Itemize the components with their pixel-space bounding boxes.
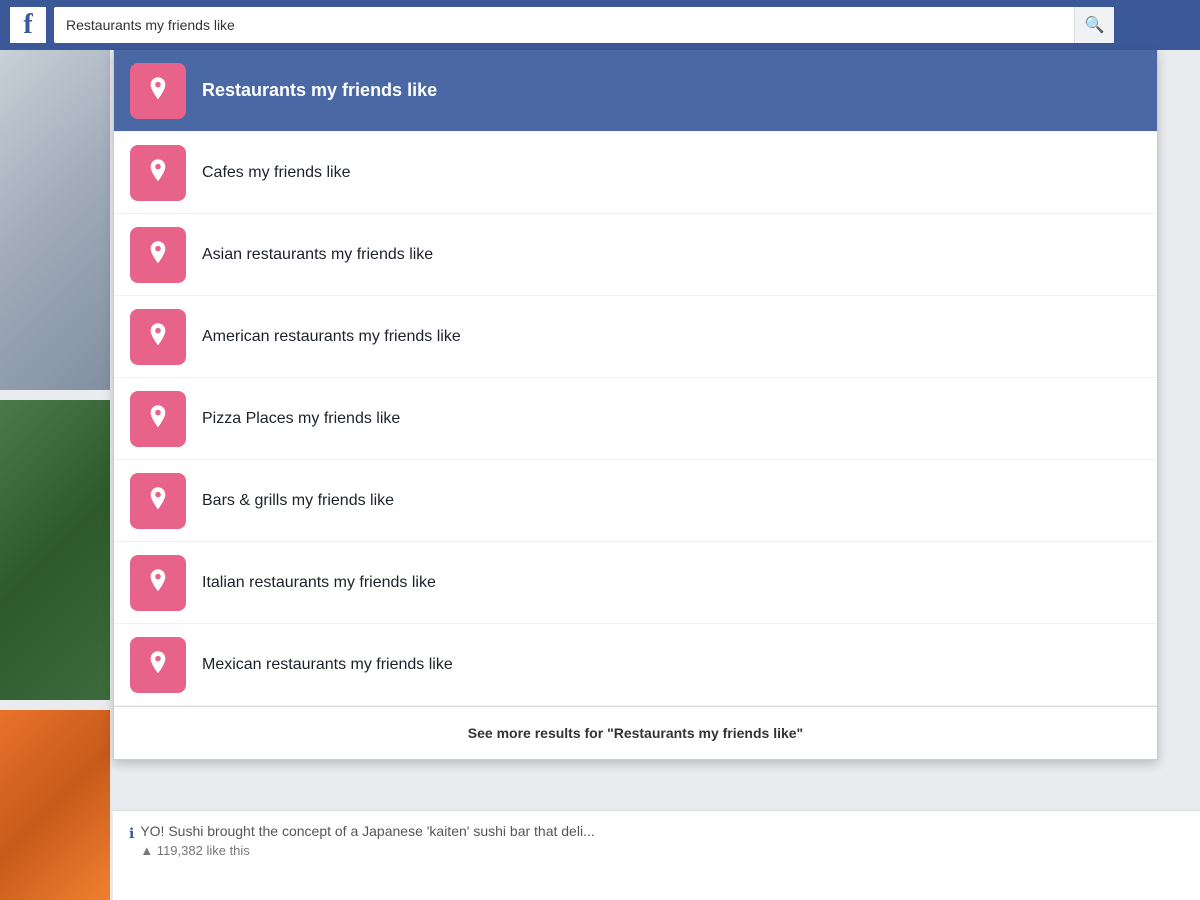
search-icon: 🔍 — [1085, 15, 1105, 35]
bottom-likes-count: ▲ 119,382 like this — [140, 843, 594, 858]
location-icon-wrap-7 — [130, 637, 186, 693]
background-images — [0, 0, 110, 900]
location-icon-wrap-3 — [130, 309, 186, 365]
pin-icon-0 — [147, 77, 169, 105]
dropdown-item-4[interactable]: Pizza Places my friends like — [114, 378, 1157, 460]
bottom-info-text: YO! Sushi brought the concept of a Japan… — [140, 823, 594, 839]
dropdown-item-2[interactable]: Asian restaurants my friends like — [114, 214, 1157, 296]
dropdown-item-label-7: Mexican restaurants my friends like — [202, 656, 453, 674]
pin-icon-7 — [147, 651, 169, 679]
bg-image-people — [0, 400, 110, 700]
search-input[interactable] — [54, 7, 1114, 43]
dropdown-item-6[interactable]: Italian restaurants my friends like — [114, 542, 1157, 624]
pin-icon-1 — [147, 159, 169, 187]
dropdown-item-3[interactable]: American restaurants my friends like — [114, 296, 1157, 378]
location-icon-wrap-1 — [130, 145, 186, 201]
dropdown-item-label-1: Cafes my friends like — [202, 164, 351, 182]
location-icon-wrap-0 — [130, 63, 186, 119]
facebook-logo[interactable]: f — [10, 7, 46, 43]
search-button[interactable]: 🔍 — [1074, 7, 1114, 43]
location-icon-wrap-4 — [130, 391, 186, 447]
dropdown-item-1[interactable]: Cafes my friends like — [114, 132, 1157, 214]
pin-icon-3 — [147, 323, 169, 351]
pin-icon-2 — [147, 241, 169, 269]
bottom-info-bar: ℹ YO! Sushi brought the concept of a Jap… — [113, 810, 1200, 900]
dropdown-item-label-6: Italian restaurants my friends like — [202, 574, 436, 592]
dropdown-item-label-3: American restaurants my friends like — [202, 328, 461, 346]
topbar: f 🔍 — [0, 0, 1200, 50]
dropdown-item-label-2: Asian restaurants my friends like — [202, 246, 433, 264]
dropdown-item-label-4: Pizza Places my friends like — [202, 410, 400, 428]
dropdown-item-0[interactable]: Restaurants my friends like — [114, 50, 1157, 132]
dropdown-item-label-5: Bars & grills my friends like — [202, 492, 394, 510]
pin-icon-5 — [147, 487, 169, 515]
pin-icon-6 — [147, 569, 169, 597]
facebook-f-letter: f — [23, 11, 32, 39]
bg-image-orange — [0, 710, 110, 900]
see-more-results[interactable]: See more results for "Restaurants my fri… — [114, 706, 1157, 759]
bottom-info-content: YO! Sushi brought the concept of a Japan… — [140, 823, 594, 858]
search-dropdown: Restaurants my friends like Cafes my fri… — [113, 50, 1158, 760]
location-icon-wrap-2 — [130, 227, 186, 283]
bg-image-architecture — [0, 50, 110, 390]
info-icon: ℹ — [129, 825, 134, 842]
dropdown-item-5[interactable]: Bars & grills my friends like — [114, 460, 1157, 542]
dropdown-item-7[interactable]: Mexican restaurants my friends like — [114, 624, 1157, 706]
location-icon-wrap-5 — [130, 473, 186, 529]
dropdown-item-label-0: Restaurants my friends like — [202, 80, 437, 101]
search-bar-container: 🔍 — [54, 7, 1114, 43]
location-icon-wrap-6 — [130, 555, 186, 611]
pin-icon-4 — [147, 405, 169, 433]
